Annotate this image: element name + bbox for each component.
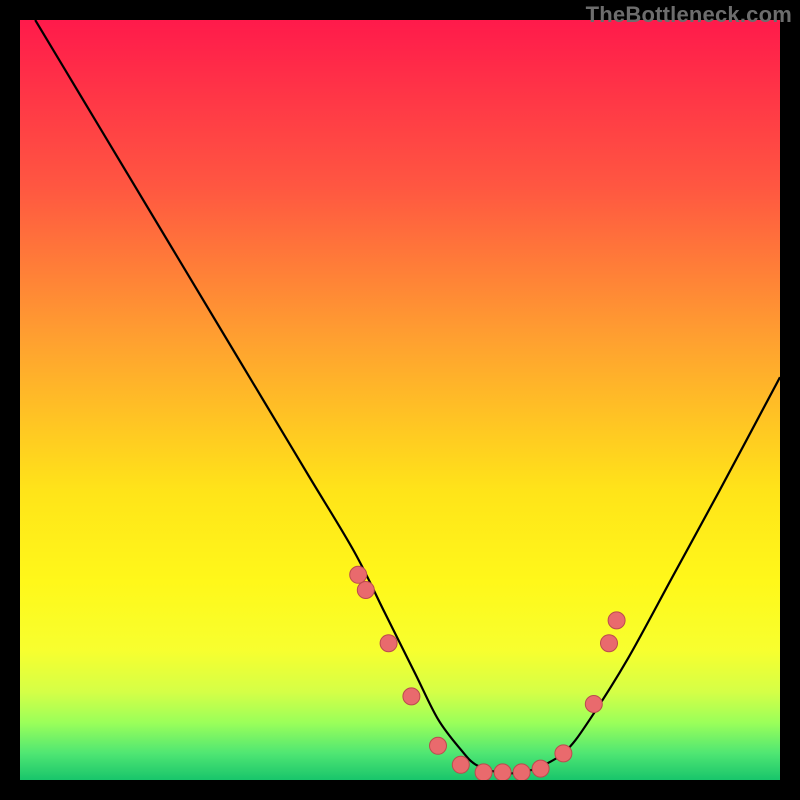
good-fit-dot (608, 612, 625, 629)
good-fit-dot (452, 756, 469, 773)
good-fit-dot (601, 635, 618, 652)
good-fit-dot (380, 635, 397, 652)
bottleneck-curve (35, 20, 780, 773)
good-fit-dot (532, 760, 549, 777)
watermark-text: TheBottleneck.com (586, 2, 792, 28)
good-fit-dot (430, 737, 447, 754)
good-fit-dot (555, 745, 572, 762)
plot-area (20, 20, 780, 780)
good-fit-dot (357, 582, 374, 599)
good-fit-dot (494, 764, 511, 780)
good-fit-dot (475, 764, 492, 780)
good-fit-dot (403, 688, 420, 705)
good-fit-dot (585, 696, 602, 713)
good-fit-dot (513, 764, 530, 780)
good-fit-dot (350, 566, 367, 583)
chart-svg (20, 20, 780, 780)
outer-frame: TheBottleneck.com (0, 0, 800, 800)
